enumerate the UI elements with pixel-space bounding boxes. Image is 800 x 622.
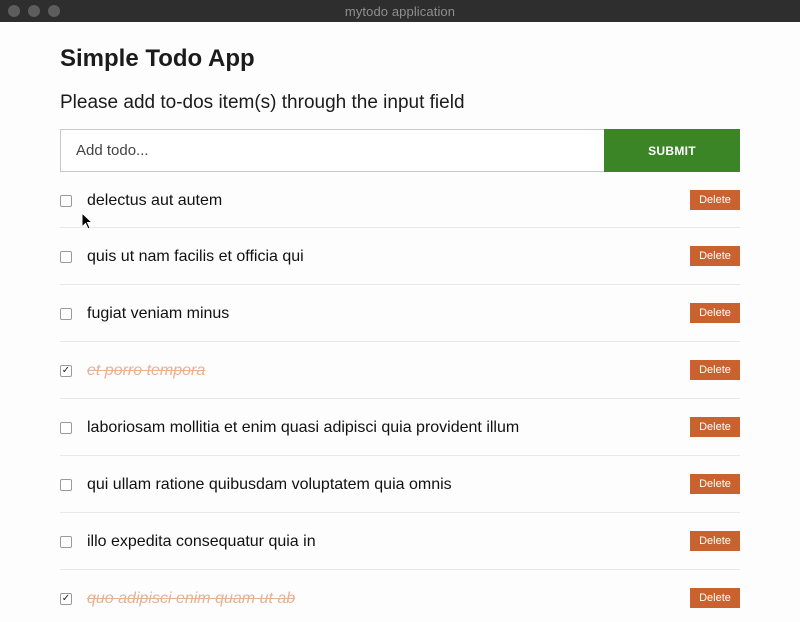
delete-button[interactable]: Delete [690, 190, 740, 210]
add-todo-input[interactable] [60, 129, 604, 172]
app-window: mytodo application Simple Todo App Pleas… [0, 0, 800, 622]
page-title: Simple Todo App [60, 45, 255, 72]
todo-item: delectus aut autem Delete [60, 172, 740, 228]
page-subtitle: Please add to-dos item(s) through the in… [60, 92, 465, 113]
todo-checkbox-checked[interactable]: ✓ [60, 593, 72, 605]
minimize-window-button[interactable] [28, 5, 40, 17]
todo-item: ✓ et porro tempora Delete [60, 342, 740, 399]
todo-item: qui ullam ratione quibusdam voluptatem q… [60, 456, 740, 513]
window-titlebar: mytodo application [0, 0, 800, 22]
todo-text: et porro tempora [87, 362, 206, 379]
todo-text: qui ullam ratione quibusdam voluptatem q… [87, 476, 452, 493]
todo-checkbox[interactable] [60, 195, 72, 207]
todo-text: delectus aut autem [87, 192, 223, 209]
todo-checkbox[interactable] [60, 536, 72, 548]
delete-button[interactable]: Delete [690, 360, 740, 380]
todo-checkbox[interactable] [60, 251, 72, 263]
delete-button[interactable]: Delete [690, 588, 740, 608]
todo-text: laboriosam mollitia et enim quasi adipis… [87, 419, 520, 436]
delete-button[interactable]: Delete [690, 303, 740, 323]
todo-item: laboriosam mollitia et enim quasi adipis… [60, 399, 740, 456]
main-content: Simple Todo App Please add to-dos item(s… [60, 22, 740, 622]
window-title: mytodo application [344, 3, 456, 19]
todo-text: illo expedita consequatur quia in [87, 533, 316, 550]
todo-checkbox-checked[interactable]: ✓ [60, 365, 72, 377]
todo-item: ✓ quo adipisci enim quam ut ab Delete [60, 570, 740, 622]
delete-button[interactable]: Delete [690, 531, 740, 551]
checkmark-icon: ✓ [61, 593, 71, 604]
delete-button[interactable]: Delete [690, 417, 740, 437]
todo-text: quo adipisci enim quam ut ab [87, 590, 296, 607]
checkmark-icon: ✓ [61, 365, 71, 376]
close-window-button[interactable] [8, 5, 20, 17]
delete-button[interactable]: Delete [690, 246, 740, 266]
maximize-window-button[interactable] [48, 5, 60, 17]
todo-checkbox[interactable] [60, 479, 72, 491]
todo-list: delectus aut autem Delete quis ut nam faci… [60, 172, 740, 622]
todo-item: fugiat veniam minus Delete [60, 285, 740, 342]
todo-checkbox[interactable] [60, 308, 72, 320]
todo-item: illo expedita consequatur quia in Delete [60, 513, 740, 570]
todo-item: quis ut nam facilis et officia qui Delete [60, 228, 740, 285]
delete-button[interactable]: Delete [690, 474, 740, 494]
todo-text: quis ut nam facilis et officia qui [87, 248, 304, 265]
mouse-pointer-icon [81, 212, 93, 230]
add-todo-form: SUBMIT [60, 129, 740, 172]
submit-button[interactable]: SUBMIT [604, 129, 740, 172]
todo-checkbox[interactable] [60, 422, 72, 434]
todo-text: fugiat veniam minus [87, 305, 230, 322]
